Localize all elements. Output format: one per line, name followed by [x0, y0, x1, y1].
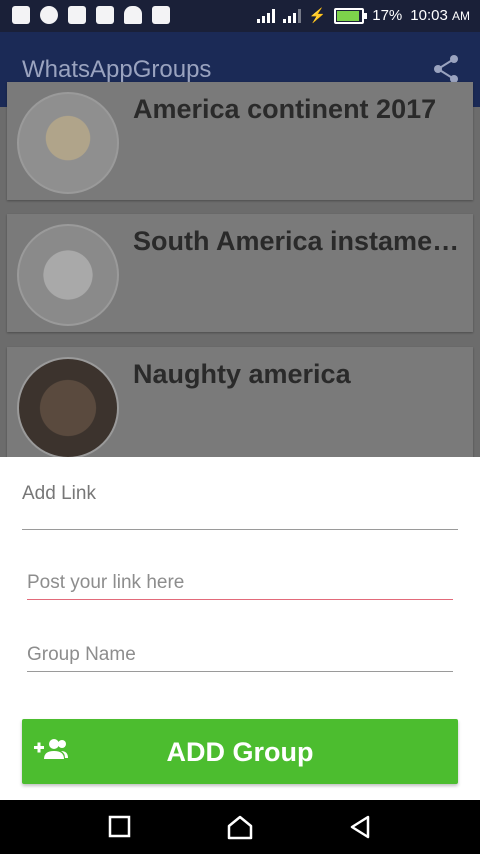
recents-icon[interactable] [105, 813, 135, 841]
share-icon[interactable] [432, 54, 460, 84]
dialog-divider [22, 529, 458, 530]
app-title: WhatsAppGroups [22, 56, 212, 83]
gallery-icon [12, 6, 30, 24]
signal-icon [256, 8, 275, 23]
group-name: Naughty america [133, 359, 351, 389]
group-avatar [17, 357, 119, 459]
dialog-title: Add Link [22, 483, 96, 504]
home-icon[interactable] [225, 813, 255, 841]
clock: 10:03 AM [410, 7, 470, 24]
group-name-input[interactable] [27, 639, 453, 672]
battery-icon [334, 7, 368, 24]
group-name: America continent 2017 [133, 94, 437, 124]
clock-time: 10:03 [410, 7, 448, 24]
system-icons: ⚡ 17% 10:03 AM [256, 7, 470, 24]
group-avatar [17, 92, 119, 194]
status-bar: ⚡ 17% 10:03 AM [0, 0, 480, 32]
add-group-label: ADD Group [166, 737, 314, 767]
clock-ampm: AM [452, 9, 470, 23]
back-icon[interactable] [346, 813, 376, 841]
notification-icons [12, 6, 170, 24]
charging-icon: ⚡ [308, 7, 327, 23]
group-list: America continent 2017 South America ins… [0, 82, 480, 465]
link-input[interactable] [27, 567, 453, 600]
gmail-icon [68, 6, 86, 24]
signal-icon [282, 8, 301, 23]
add-link-dialog: Add Link ADD Group [0, 457, 480, 800]
check-badge-icon [152, 6, 170, 24]
group-card[interactable]: Naughty america [7, 347, 473, 465]
group-card[interactable]: America continent 2017 [7, 82, 473, 200]
navigation-bar [0, 800, 480, 854]
group-avatar [17, 224, 119, 326]
add-group-button[interactable]: ADD Group [22, 719, 458, 784]
group-name: South America instamembers [133, 226, 468, 256]
group-card[interactable]: South America instamembers [7, 214, 473, 332]
mail-icon [96, 6, 114, 24]
whatsapp-icon [40, 6, 58, 24]
android-icon [124, 6, 142, 24]
battery-percent: 17% [372, 7, 403, 24]
